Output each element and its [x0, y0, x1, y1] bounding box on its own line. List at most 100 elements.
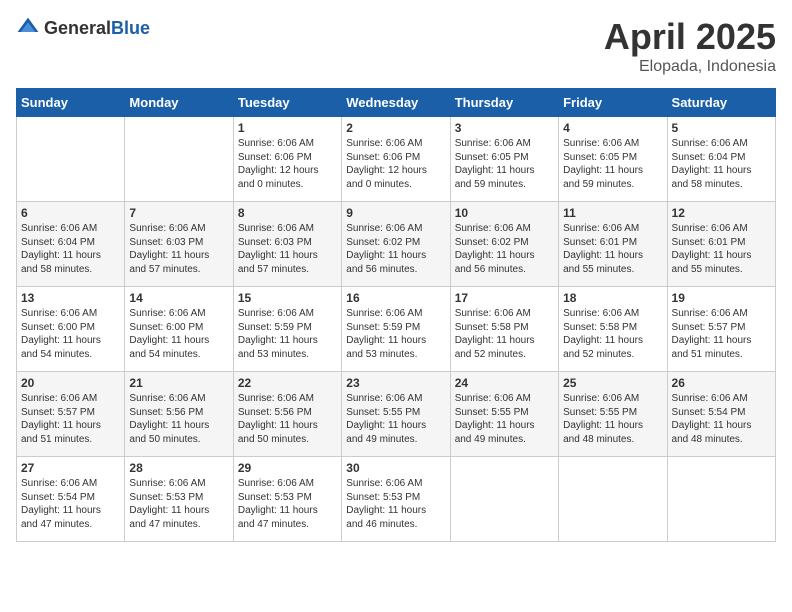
day-number: 26	[672, 376, 771, 390]
calendar-week-row: 6Sunrise: 6:06 AM Sunset: 6:04 PM Daylig…	[17, 202, 776, 287]
calendar-cell: 30Sunrise: 6:06 AM Sunset: 5:53 PM Dayli…	[342, 457, 450, 542]
cell-content: Sunrise: 6:06 AM Sunset: 5:54 PM Dayligh…	[672, 392, 771, 446]
calendar-cell: 6Sunrise: 6:06 AM Sunset: 6:04 PM Daylig…	[17, 202, 125, 287]
weekday-header-friday: Friday	[559, 89, 667, 117]
day-number: 28	[129, 461, 228, 475]
calendar-cell	[559, 457, 667, 542]
day-number: 18	[563, 291, 662, 305]
day-number: 24	[455, 376, 554, 390]
calendar-cell	[125, 117, 233, 202]
calendar-week-row: 27 Sunrise: 6:06 AM Sunset: 5:54 PM Dayli…	[17, 457, 776, 542]
day-number: 23	[346, 376, 445, 390]
calendar-cell: 18 Sunrise: 6:06 AM Sunset: 5:58 PM Dayli…	[559, 287, 667, 372]
day-number: 3	[455, 121, 554, 135]
cell-content: Sunrise: 6:06 AM Sunset: 6:04 PM Dayligh…	[21, 222, 120, 276]
day-number: 25	[563, 376, 662, 390]
day-number: 29	[238, 461, 337, 475]
calendar-cell: 27 Sunrise: 6:06 AM Sunset: 5:54 PM Dayli…	[17, 457, 125, 542]
day-number: 30	[346, 461, 445, 475]
cell-content: Sunrise: 6:06 AM Sunset: 6:03 PM Dayligh…	[238, 222, 337, 276]
day-number: 22	[238, 376, 337, 390]
cell-content: Sunrise: 6:06 AM Sunset: 5:54 PM Dayligh…	[21, 477, 120, 531]
calendar-cell: 9 Sunrise: 6:06 AM Sunset: 6:02 PM Daylig…	[342, 202, 450, 287]
day-number: 12	[672, 206, 771, 220]
calendar-cell: 5 Sunrise: 6:06 AM Sunset: 6:04 PM Daylig…	[667, 117, 775, 202]
day-number: 9	[346, 206, 445, 220]
cell-content: Sunrise: 6:06 AM Sunset: 5:58 PM Dayligh…	[455, 307, 554, 361]
cell-content: Sunrise: 6:06 AM Sunset: 6:06 PM Dayligh…	[346, 137, 445, 191]
weekday-header-wednesday: Wednesday	[342, 89, 450, 117]
month-title: April 2025	[604, 16, 776, 58]
calendar-cell: 29Sunrise: 6:06 AM Sunset: 5:53 PM Dayli…	[233, 457, 341, 542]
calendar-cell	[667, 457, 775, 542]
cell-content: Sunrise: 6:06 AM Sunset: 5:55 PM Dayligh…	[455, 392, 554, 446]
calendar-week-row: 20 Sunrise: 6:06 AM Sunset: 5:57 PM Dayli…	[17, 372, 776, 457]
cell-content: Sunrise: 6:06 AM Sunset: 6:02 PM Dayligh…	[455, 222, 554, 276]
cell-content: Sunrise: 6:06 AM Sunset: 6:05 PM Dayligh…	[563, 137, 662, 191]
calendar-cell: 12 Sunrise: 6:06 AM Sunset: 6:01 PM Dayli…	[667, 202, 775, 287]
day-number: 17	[455, 291, 554, 305]
calendar-cell: 21 Sunrise: 6:06 AM Sunset: 5:56 PM Dayli…	[125, 372, 233, 457]
cell-content: Sunrise: 6:06 AM Sunset: 6:01 PM Dayligh…	[672, 222, 771, 276]
day-number: 19	[672, 291, 771, 305]
day-number: 13	[21, 291, 120, 305]
day-number: 4	[563, 121, 662, 135]
cell-content: Sunrise: 6:06 AM Sunset: 5:59 PM Dayligh…	[238, 307, 337, 361]
calendar-cell: 15 Sunrise: 6:06 AM Sunset: 5:59 PM Dayli…	[233, 287, 341, 372]
calendar-cell: 16Sunrise: 6:06 AM Sunset: 5:59 PM Dayli…	[342, 287, 450, 372]
title-area: April 2025 Elopada, Indonesia	[604, 16, 776, 76]
cell-content: Sunrise: 6:06 AM Sunset: 6:04 PM Dayligh…	[672, 137, 771, 191]
cell-content: Sunrise: 6:06 AM Sunset: 6:06 PM Dayligh…	[238, 137, 337, 191]
weekday-header-tuesday: Tuesday	[233, 89, 341, 117]
logo: GeneralBlue	[16, 16, 150, 40]
logo-general: General	[44, 18, 111, 38]
weekday-header-monday: Monday	[125, 89, 233, 117]
cell-content: Sunrise: 6:06 AM Sunset: 5:57 PM Dayligh…	[672, 307, 771, 361]
calendar-cell: 22 Sunrise: 6:06 AM Sunset: 5:56 PM Dayli…	[233, 372, 341, 457]
cell-content: Sunrise: 6:06 AM Sunset: 5:56 PM Dayligh…	[238, 392, 337, 446]
logo-icon	[16, 16, 40, 40]
calendar-cell: 24 Sunrise: 6:06 AM Sunset: 5:55 PM Dayli…	[450, 372, 558, 457]
calendar-cell: 25 Sunrise: 6:06 AM Sunset: 5:55 PM Dayli…	[559, 372, 667, 457]
calendar-cell: 19 Sunrise: 6:06 AM Sunset: 5:57 PM Dayli…	[667, 287, 775, 372]
cell-content: Sunrise: 6:06 AM Sunset: 5:56 PM Dayligh…	[129, 392, 228, 446]
calendar-cell: 1 Sunrise: 6:06 AM Sunset: 6:06 PM Daylig…	[233, 117, 341, 202]
day-number: 20	[21, 376, 120, 390]
cell-content: Sunrise: 6:06 AM Sunset: 6:05 PM Dayligh…	[455, 137, 554, 191]
day-number: 2	[346, 121, 445, 135]
calendar-cell	[450, 457, 558, 542]
weekday-header-saturday: Saturday	[667, 89, 775, 117]
day-number: 10	[455, 206, 554, 220]
calendar-week-row: 13 Sunrise: 6:06 AM Sunset: 6:00 PM Dayli…	[17, 287, 776, 372]
cell-content: Sunrise: 6:06 AM Sunset: 5:57 PM Dayligh…	[21, 392, 120, 446]
weekday-header-row: SundayMondayTuesdayWednesdayThursdayFrid…	[17, 89, 776, 117]
day-number: 7	[129, 206, 228, 220]
calendar-cell: 11Sunrise: 6:06 AM Sunset: 6:01 PM Dayli…	[559, 202, 667, 287]
calendar-cell: 4 Sunrise: 6:06 AM Sunset: 6:05 PM Daylig…	[559, 117, 667, 202]
calendar-cell	[17, 117, 125, 202]
calendar-cell: 26 Sunrise: 6:06 AM Sunset: 5:54 PM Dayli…	[667, 372, 775, 457]
calendar-cell: 7 Sunrise: 6:06 AM Sunset: 6:03 PM Daylig…	[125, 202, 233, 287]
location-title: Elopada, Indonesia	[604, 58, 776, 76]
page-header: GeneralBlue April 2025 Elopada, Indonesi…	[16, 16, 776, 76]
day-number: 15	[238, 291, 337, 305]
calendar-cell: 17 Sunrise: 6:06 AM Sunset: 5:58 PM Dayli…	[450, 287, 558, 372]
day-number: 14	[129, 291, 228, 305]
cell-content: Sunrise: 6:06 AM Sunset: 6:01 PM Dayligh…	[563, 222, 662, 276]
cell-content: Sunrise: 6:06 AM Sunset: 5:59 PM Dayligh…	[346, 307, 445, 361]
cell-content: Sunrise: 6:06 AM Sunset: 6:03 PM Dayligh…	[129, 222, 228, 276]
calendar-week-row: 1 Sunrise: 6:06 AM Sunset: 6:06 PM Daylig…	[17, 117, 776, 202]
day-number: 21	[129, 376, 228, 390]
cell-content: Sunrise: 6:06 AM Sunset: 6:02 PM Dayligh…	[346, 222, 445, 276]
cell-content: Sunrise: 6:06 AM Sunset: 5:58 PM Dayligh…	[563, 307, 662, 361]
cell-content: Sunrise: 6:06 AM Sunset: 6:00 PM Dayligh…	[129, 307, 228, 361]
day-number: 5	[672, 121, 771, 135]
calendar-cell: 28 Sunrise: 6:06 AM Sunset: 5:53 PM Dayli…	[125, 457, 233, 542]
cell-content: Sunrise: 6:06 AM Sunset: 5:53 PM Dayligh…	[129, 477, 228, 531]
day-number: 27	[21, 461, 120, 475]
calendar-cell: 13Sunrise: 6:06 AM Sunset: 6:00 PM Dayli…	[17, 287, 125, 372]
day-number: 1	[238, 121, 337, 135]
cell-content: Sunrise: 6:06 AM Sunset: 5:55 PM Dayligh…	[346, 392, 445, 446]
weekday-header-sunday: Sunday	[17, 89, 125, 117]
cell-content: Sunrise: 6:06 AM Sunset: 5:55 PM Dayligh…	[563, 392, 662, 446]
